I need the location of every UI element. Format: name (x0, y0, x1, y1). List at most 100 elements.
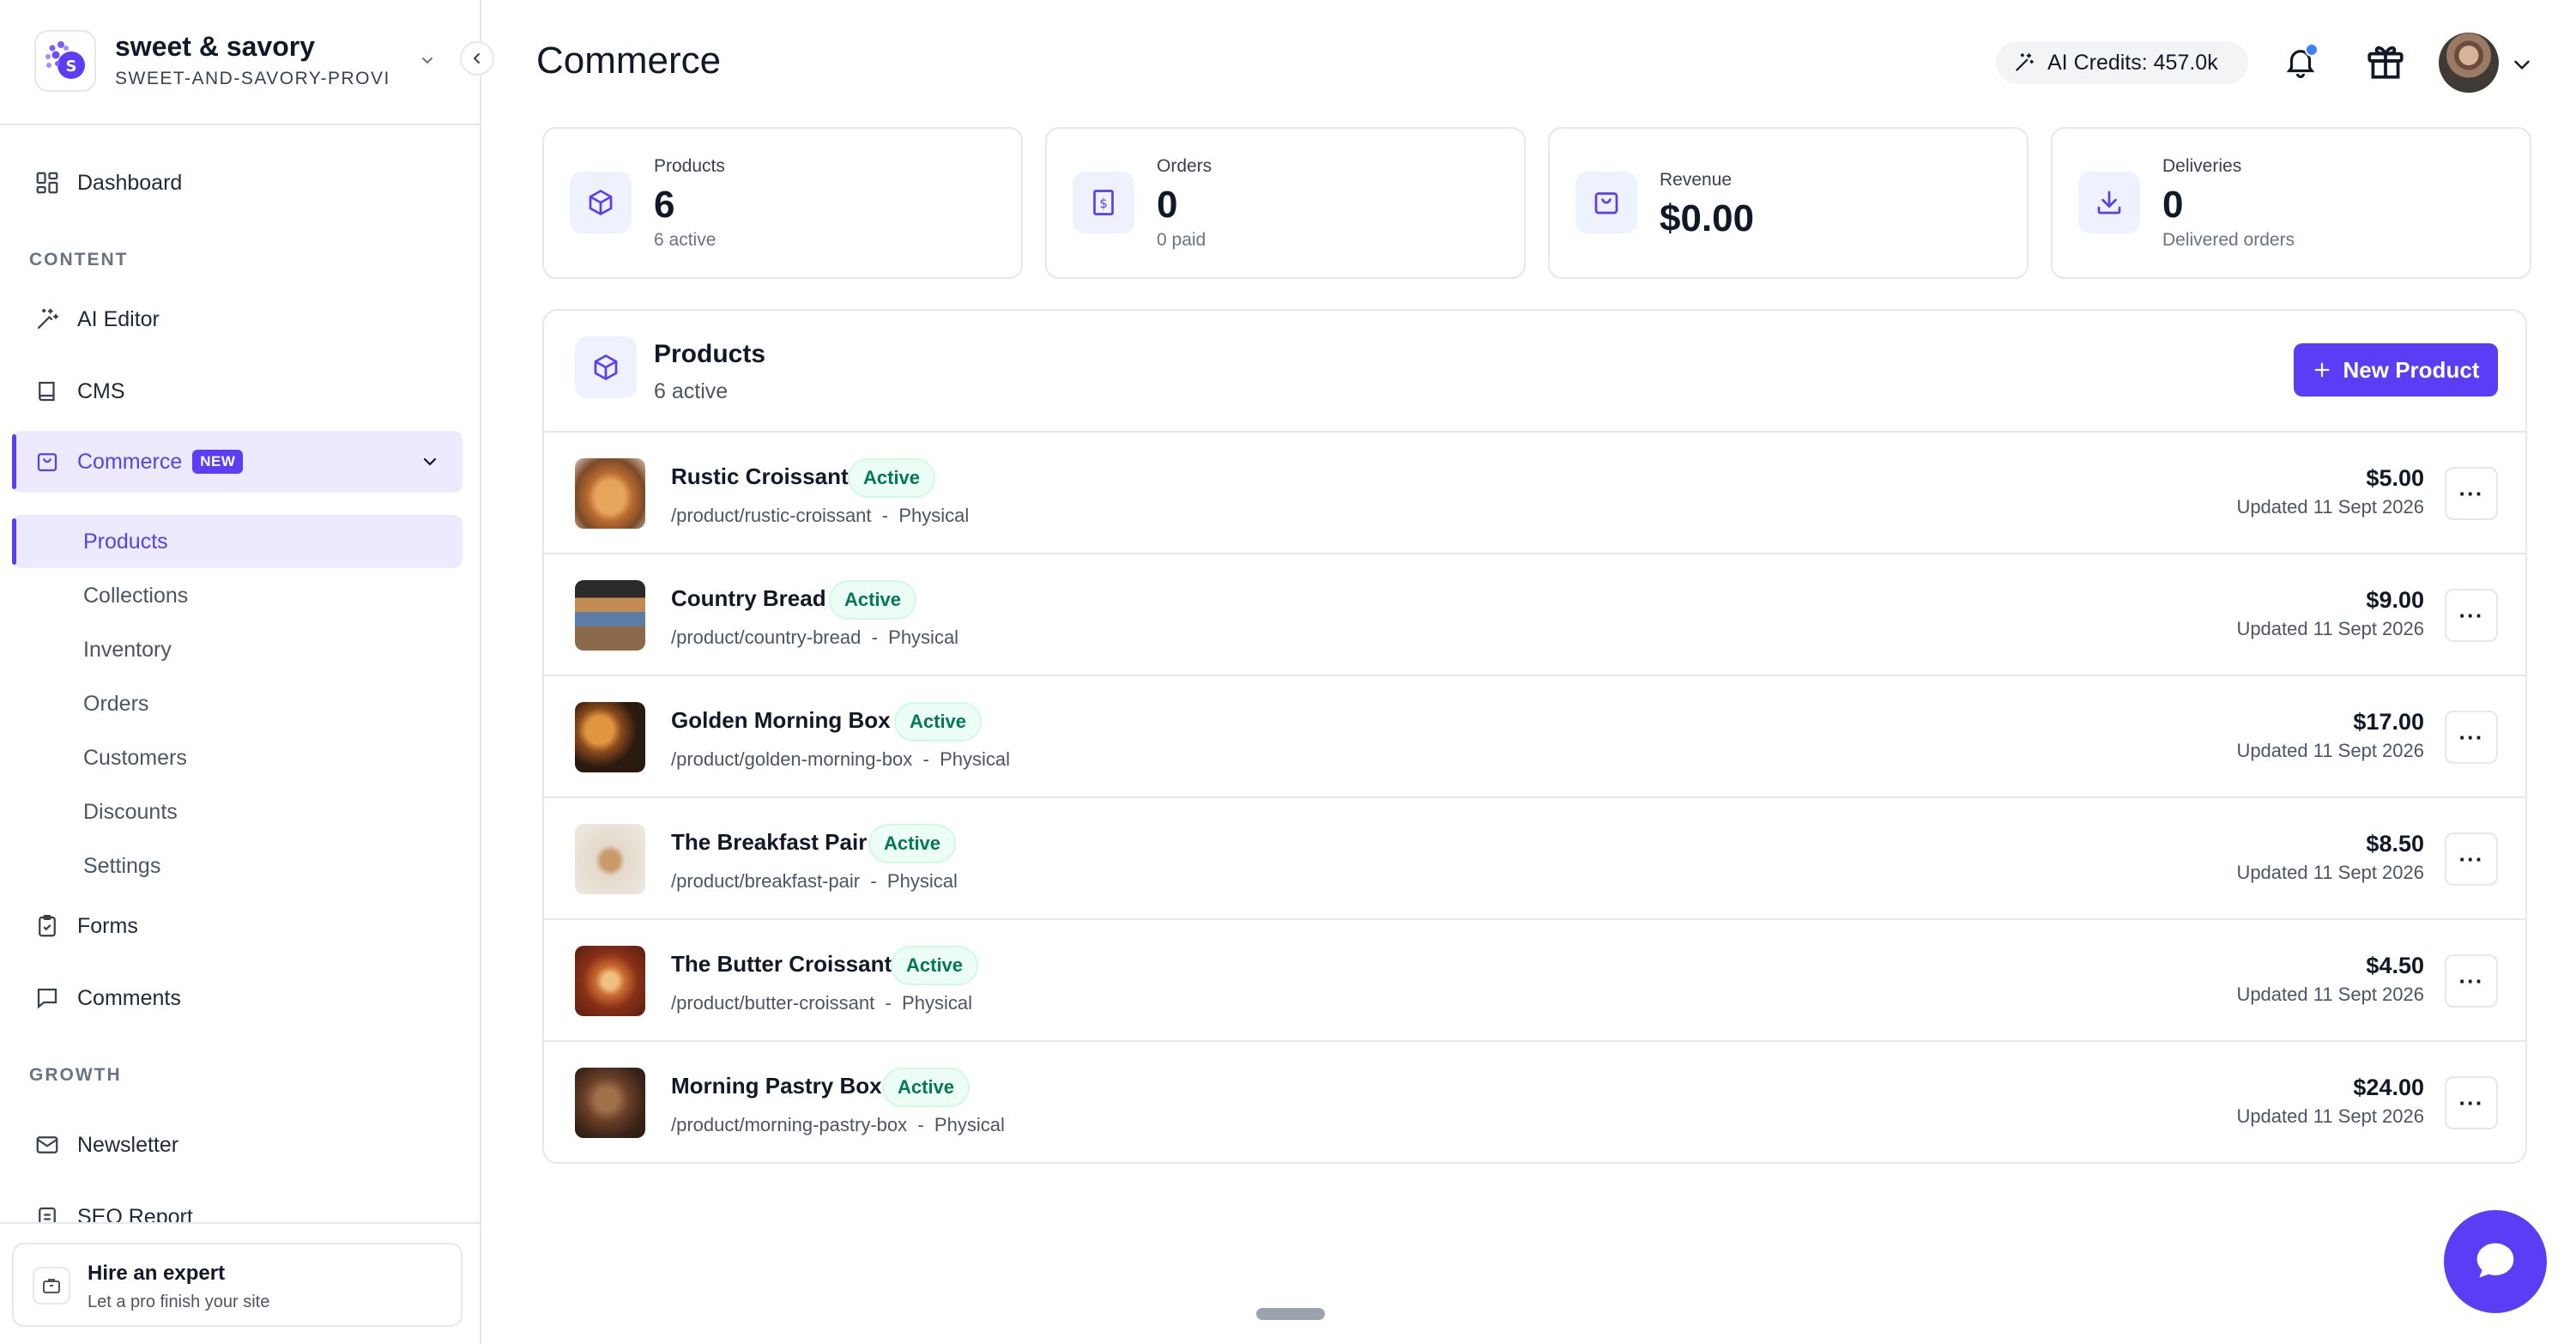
products-panel: Products 6 active New Product Rustic Cro… (542, 309, 2527, 1164)
drag-handle[interactable] (1256, 1308, 1325, 1320)
stat-sub: Delivered orders (2162, 230, 2295, 250)
product-name[interactable]: Morning Pastry Box (671, 1073, 882, 1099)
section-label-growth: GROWTH (29, 1065, 122, 1085)
table-row[interactable]: Morning Pastry Box Active /product/morni… (544, 1042, 2525, 1164)
product-name[interactable]: The Butter Croissant (671, 951, 892, 978)
sidebar-item-newsletter[interactable]: Newsletter (12, 1114, 463, 1176)
chat-button[interactable] (2444, 1210, 2547, 1313)
sidebar-subitem-products[interactable]: Products (12, 515, 463, 568)
stat-card-revenue: Revenue $0.00 (1548, 127, 2029, 279)
product-name[interactable]: The Breakfast Pair (671, 829, 867, 856)
path-separator: - (917, 1114, 924, 1135)
new-product-label: New Product (2343, 356, 2480, 383)
sidebar-item-forms[interactable]: Forms (12, 895, 463, 957)
product-path: /product/golden-morning-box - Physical (671, 748, 1010, 771)
products-panel-subtitle: 6 active (654, 379, 729, 403)
sidebar-footer: Hire an expert Let a pro finish your sit… (0, 1222, 480, 1344)
sidebar-subitem-settings[interactable]: Settings (12, 839, 463, 893)
product-type: Physical (940, 748, 1010, 770)
more-options-button[interactable]: ··· (2445, 589, 2498, 642)
path-separator: - (881, 505, 889, 526)
product-thumbnail (575, 946, 645, 1016)
more-options-button[interactable]: ··· (2445, 711, 2498, 764)
sidebar-subitem-collections[interactable]: Collections (12, 569, 463, 622)
hire-expert-subtitle: Let a pro finish your site (88, 1293, 270, 1311)
chevron-left-icon (473, 53, 480, 64)
product-path: /product/country-bread - Physical (671, 627, 958, 649)
product-name[interactable]: Country Bread (671, 585, 826, 612)
product-path-url: /product/golden-morning-box (671, 748, 913, 770)
package-icon (575, 336, 637, 398)
sidebar-item-dashboard[interactable]: Dashboard (12, 152, 463, 214)
sidebar-subitem-discounts[interactable]: Discounts (12, 785, 463, 838)
workspace-switcher[interactable]: S sweet & savory SWEET-AND-SAVORY-PROVI.… (0, 0, 480, 125)
sidebar-item-label: Comments (77, 985, 181, 1010)
product-price: $9.00 (2366, 587, 2424, 613)
product-name[interactable]: Golden Morning Box (671, 707, 891, 734)
collapse-sidebar-button[interactable] (460, 41, 494, 76)
product-price: $4.50 (2366, 953, 2424, 978)
mail-icon (33, 1130, 62, 1159)
svg-text:S: S (66, 58, 77, 76)
receipt-icon: $ (1073, 172, 1134, 233)
product-name[interactable]: Rustic Croissant (671, 463, 849, 490)
table-row[interactable]: The Breakfast Pair Active /product/break… (544, 798, 2525, 920)
sidebar-item-commerce[interactable]: Commerce NEW (12, 431, 463, 493)
ai-credits-label: AI Credits: 457.0k (2047, 50, 2218, 75)
product-type: Physical (902, 992, 972, 1014)
sidebar-item-label: CMS (77, 378, 125, 403)
sidebar-item-comments[interactable]: Comments (12, 967, 463, 1029)
comment-icon (33, 984, 62, 1013)
product-type: Physical (934, 1114, 1005, 1135)
workspace-name: sweet & savory (115, 31, 316, 62)
avatar[interactable] (2439, 33, 2499, 93)
gift-icon[interactable] (2364, 39, 2407, 82)
product-thumbnail (575, 1068, 645, 1138)
path-separator: - (871, 627, 878, 648)
product-path-url: /product/breakfast-pair (671, 870, 861, 892)
product-type: Physical (898, 505, 970, 526)
stat-card-deliveries: Deliveries 0 Delivered orders (2051, 127, 2531, 279)
stat-label: Orders (1157, 156, 1212, 176)
more-options-button[interactable]: ··· (2445, 954, 2498, 1008)
new-product-button[interactable]: New Product (2294, 343, 2498, 397)
more-options-button[interactable]: ··· (2445, 1076, 2498, 1129)
product-type: Physical (886, 870, 958, 892)
product-path: /product/butter-croissant - Physical (671, 992, 972, 1014)
bag-icon (1575, 172, 1637, 233)
sidebar-subitem-inventory[interactable]: Inventory (12, 623, 463, 676)
status-badge: Active (891, 946, 979, 985)
page-title: Commerce (536, 39, 722, 82)
sidebar-subitem-orders[interactable]: Orders (12, 677, 463, 730)
notification-dot (2305, 43, 2319, 57)
workspace-slug: SWEET-AND-SAVORY-PROVI... (115, 69, 390, 88)
sidebar-item-cms[interactable]: CMS (12, 360, 463, 422)
table-row[interactable]: Rustic Croissant Active /product/rustic-… (544, 433, 2525, 554)
sidebar-subitem-customers[interactable]: Customers (12, 731, 463, 784)
product-thumbnail (575, 580, 645, 651)
product-updated: Updated 11 Sept 2026 (2236, 618, 2424, 639)
hire-expert-card[interactable]: Hire an expert Let a pro finish your sit… (12, 1243, 463, 1327)
more-options-button[interactable]: ··· (2445, 467, 2498, 520)
path-separator: - (870, 870, 877, 892)
magic-wand-icon (2013, 51, 2035, 74)
chevron-down-icon (420, 451, 440, 472)
product-updated: Updated 11 Sept 2026 (2236, 496, 2424, 518)
stat-label: Products (654, 156, 725, 176)
path-separator: - (885, 992, 892, 1014)
new-badge: NEW (192, 450, 244, 474)
more-options-button[interactable]: ··· (2445, 832, 2498, 886)
table-row[interactable]: Country Bread Active /product/country-br… (544, 554, 2525, 676)
product-price: $8.50 (2366, 831, 2424, 857)
sidebar-item-ai-editor[interactable]: AI Editor (12, 288, 463, 350)
sidebar-item-label: Commerce (77, 449, 183, 474)
ai-credits-button[interactable]: AI Credits: 457.0k (1996, 41, 2248, 84)
stat-label: Revenue (1660, 170, 1732, 190)
table-row[interactable]: The Butter Croissant Active /product/but… (544, 920, 2525, 1042)
product-thumbnail (575, 824, 645, 894)
chevron-down-icon[interactable] (2511, 53, 2533, 76)
products-panel-title: Products (654, 340, 766, 368)
status-badge: Active (868, 824, 957, 863)
product-path: /product/breakfast-pair - Physical (671, 870, 958, 893)
table-row[interactable]: Golden Morning Box Active /product/golde… (544, 676, 2525, 798)
